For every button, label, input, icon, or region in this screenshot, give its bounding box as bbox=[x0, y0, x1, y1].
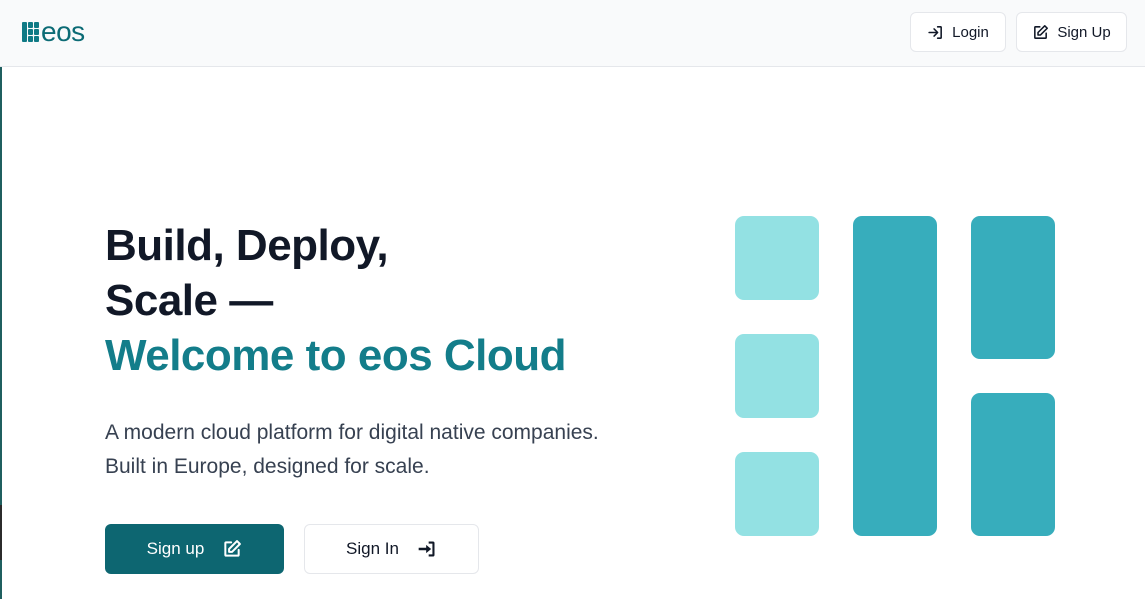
edit-icon bbox=[224, 540, 242, 557]
illustration-block bbox=[853, 216, 937, 536]
eos-logo[interactable]: eos bbox=[22, 16, 85, 47]
login-label: Login bbox=[952, 23, 989, 41]
hero-subtitle-line2: Built in Europe, designed for scale. bbox=[105, 455, 430, 478]
window-left-edge bbox=[0, 0, 2, 599]
hero-signup-button[interactable]: Sign up bbox=[105, 524, 284, 574]
signup-button[interactable]: Sign Up bbox=[1016, 12, 1127, 52]
illustration-block bbox=[971, 393, 1055, 536]
illustration-block bbox=[735, 452, 819, 536]
top-navbar: eos Login Sign Up bbox=[0, 0, 1145, 67]
hero-title-line1: Build, Deploy, bbox=[105, 221, 389, 270]
hero-signin-button[interactable]: Sign In bbox=[304, 524, 479, 574]
sign-in-icon bbox=[928, 25, 943, 39]
hero-subtitle-line1: A modern cloud platform for digital nati… bbox=[105, 421, 599, 444]
edit-icon bbox=[1034, 24, 1049, 39]
illustration-block bbox=[735, 334, 819, 418]
hero-signin-label: Sign In bbox=[346, 539, 399, 558]
logo-mark-icon bbox=[22, 22, 39, 42]
illustration-block bbox=[971, 216, 1055, 359]
hero-signup-label: Sign up bbox=[146, 539, 205, 558]
hero-subtitle: A modern cloud platform for digital nati… bbox=[105, 416, 685, 484]
hero-title: Build, Deploy, Scale — Welcome to eos Cl… bbox=[105, 218, 567, 383]
login-button[interactable]: Login bbox=[910, 12, 1006, 52]
sign-in-icon bbox=[418, 541, 435, 557]
illustration-block bbox=[735, 216, 819, 300]
signup-label: Sign Up bbox=[1057, 23, 1111, 41]
hero-title-accent: Welcome to eos Cloud bbox=[105, 331, 567, 380]
logo-wordmark: eos bbox=[41, 16, 85, 47]
hero-title-line2: Scale — bbox=[105, 276, 273, 325]
